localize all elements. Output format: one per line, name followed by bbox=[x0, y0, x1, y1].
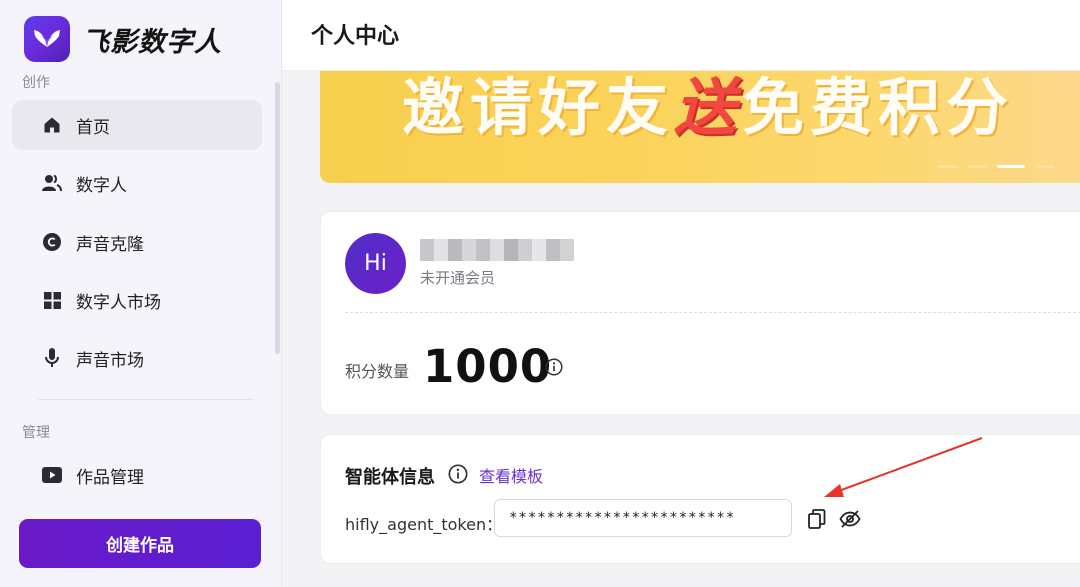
create-work-button[interactable]: 创建作品 bbox=[19, 519, 261, 568]
sidebar-item-label: 数字人市场 bbox=[76, 292, 161, 313]
sidebar: 飞影数字人 创作 首页 数字人 声音克隆 数字人市场 声音市场 管理 作品管理 … bbox=[0, 0, 282, 587]
sidebar-item-label: 声音克隆 bbox=[76, 234, 144, 255]
brand-name: 飞影数字人 bbox=[82, 26, 222, 58]
sidebar-divider bbox=[38, 399, 254, 400]
carousel-indicators bbox=[937, 165, 1055, 168]
grid-icon bbox=[42, 290, 62, 310]
token-label: hifly_agent_token： bbox=[345, 515, 503, 534]
agent-token-field[interactable]: ************************ bbox=[494, 499, 792, 537]
sidebar-item-label: 作品管理 bbox=[76, 467, 144, 488]
banner-text-accent: 送 bbox=[674, 71, 743, 144]
sidebar-item-home[interactable]: 首页 bbox=[12, 100, 262, 150]
membership-status: 未开通会员 bbox=[420, 269, 496, 287]
banner-text-after: 免费积分 bbox=[742, 71, 1015, 144]
carousel-dot[interactable] bbox=[967, 165, 987, 168]
points-label: 积分数量 bbox=[345, 362, 410, 381]
user-info-card: Hi 未开通会员 积分数量 1000 bbox=[320, 211, 1080, 415]
user-group-icon bbox=[42, 173, 62, 193]
top-header: 个人中心 bbox=[282, 0, 1080, 71]
info-icon[interactable] bbox=[448, 464, 468, 488]
sidebar-item-digital-human-market[interactable]: 数字人市场 bbox=[12, 275, 262, 325]
eye-off-icon[interactable] bbox=[839, 509, 861, 533]
carousel-dot-active[interactable] bbox=[997, 165, 1025, 168]
banner-text-before: 邀请好友 bbox=[402, 71, 675, 144]
page-title: 个人中心 bbox=[311, 24, 400, 49]
copyright-c-icon bbox=[42, 232, 62, 252]
sidebar-scrollbar[interactable] bbox=[275, 82, 280, 354]
agent-info-title: 智能体信息 bbox=[345, 467, 435, 488]
section-label-manage: 管理 bbox=[22, 425, 50, 441]
sidebar-item-voice-market[interactable]: 声音市场 bbox=[12, 333, 262, 383]
sidebar-item-digital-human[interactable]: 数字人 bbox=[12, 158, 262, 208]
banner-headline: 邀请好友送免费积分 bbox=[402, 71, 1014, 147]
microphone-icon bbox=[42, 348, 62, 368]
avatar[interactable]: Hi bbox=[345, 233, 406, 294]
sidebar-item-label: 首页 bbox=[76, 117, 110, 138]
home-icon bbox=[42, 115, 62, 135]
section-label-create: 创作 bbox=[22, 75, 50, 91]
copy-icon[interactable] bbox=[808, 509, 826, 533]
info-icon[interactable] bbox=[545, 358, 563, 380]
carousel-dot[interactable] bbox=[937, 165, 957, 168]
sidebar-item-label: 数字人 bbox=[76, 175, 127, 196]
username-redacted bbox=[420, 239, 574, 261]
sidebar-item-label: 声音市场 bbox=[76, 350, 144, 371]
points-value: 1000 bbox=[423, 340, 553, 393]
agent-info-card: 智能体信息 查看模板 hifly_agent_token： **********… bbox=[320, 434, 1080, 564]
card-divider bbox=[345, 312, 1080, 313]
sidebar-item-works-management[interactable]: 作品管理 bbox=[12, 450, 262, 500]
brand-logo[interactable]: 飞影数字人 bbox=[24, 16, 222, 62]
view-template-link[interactable]: 查看模板 bbox=[479, 463, 543, 487]
brand-logo-icon bbox=[24, 16, 70, 62]
video-play-icon bbox=[42, 465, 62, 485]
promo-banner[interactable]: 邀请好友送免费积分 bbox=[320, 71, 1080, 183]
carousel-dot[interactable] bbox=[1035, 165, 1055, 168]
sidebar-item-voice-clone[interactable]: 声音克隆 bbox=[12, 217, 262, 267]
